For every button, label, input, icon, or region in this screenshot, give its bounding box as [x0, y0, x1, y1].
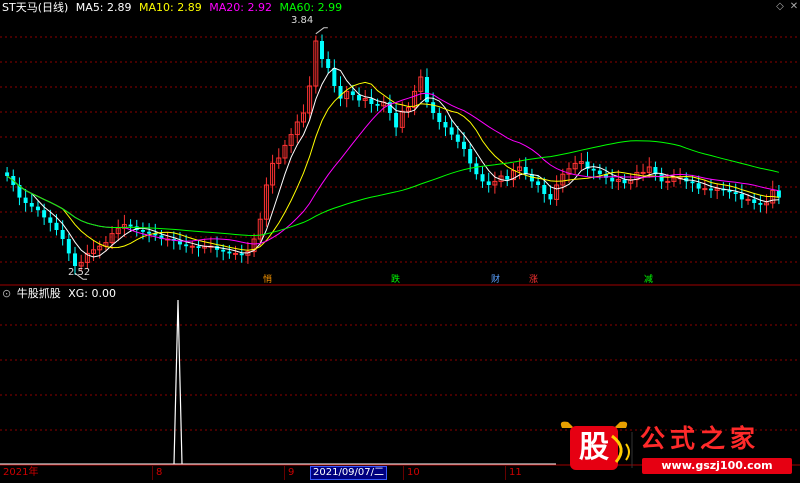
- candle-body: [239, 253, 244, 256]
- candle-body: [29, 203, 34, 207]
- candle-body: [369, 98, 374, 104]
- marker-qiao: 悄: [263, 275, 273, 285]
- ma20-label: MA20: 2.92: [209, 1, 272, 14]
- candle-body: [23, 197, 28, 203]
- ma60-line: [6, 140, 780, 237]
- candle-body: [5, 172, 10, 176]
- ma20-line: [6, 92, 779, 245]
- candle-body: [480, 174, 485, 182]
- stock-name[interactable]: ST天马(日线): [2, 1, 68, 14]
- xaxis-label-11: 11: [505, 466, 522, 480]
- candle-body: [696, 183, 701, 189]
- candle-body: [665, 180, 671, 183]
- candle-body: [449, 127, 454, 135]
- time-axis: 2021年 8 9 2021/09/07/二 10 11: [0, 466, 556, 480]
- ma10-label: MA10: 2.89: [139, 1, 202, 14]
- candle-body: [196, 246, 201, 248]
- candle-body: [332, 68, 337, 86]
- indicator-value: XG: 0.00: [68, 287, 116, 300]
- indicator-title[interactable]: 牛股抓股: [17, 287, 61, 300]
- marker-jian: 减: [644, 275, 654, 285]
- candle-body: [542, 185, 547, 194]
- candle-body: [505, 176, 510, 180]
- ma5-label: MA5: 2.89: [75, 1, 132, 14]
- candle-body: [394, 113, 399, 128]
- candle-body: [443, 122, 448, 128]
- candle-body: [758, 203, 763, 205]
- watermark-badge: 股: [579, 430, 609, 465]
- candle-body: [745, 198, 751, 201]
- candle-body: [233, 252, 239, 255]
- candle-body: [140, 230, 145, 232]
- chart-header: ST天马(日线) MA5: 2.89 MA10: 2.89 MA20: 2.92…: [2, 1, 346, 15]
- indicator-header: ⊙ 牛股抓股 XG: 0.00: [2, 287, 116, 301]
- marker-cai: 财: [491, 275, 501, 285]
- xaxis-label-9: 9: [284, 466, 294, 480]
- candle-body: [128, 224, 133, 227]
- candle-body: [659, 174, 664, 182]
- xaxis-label-8: 8: [152, 466, 162, 480]
- candle-body: [462, 141, 467, 149]
- watermark-url: www.gszj100.com: [642, 458, 792, 474]
- candle-body: [702, 188, 708, 191]
- kline-chart[interactable]: [0, 0, 800, 480]
- candle-body: [474, 163, 479, 175]
- candle-body: [66, 239, 71, 254]
- marker-die: 跌: [391, 275, 401, 285]
- candle-body: [548, 194, 553, 200]
- close-icon[interactable]: ✕: [788, 1, 800, 13]
- indicator-toggle-icon[interactable]: ⊙: [2, 287, 11, 300]
- xaxis-start: 2021年: [3, 467, 39, 478]
- candle-body: [437, 113, 442, 122]
- site-watermark: 股 公式之家 www.gszj100.com: [556, 418, 800, 480]
- candle-body: [708, 188, 713, 191]
- low-price-label: 2.52: [68, 267, 91, 278]
- expand-icon[interactable]: ◇: [774, 1, 786, 13]
- candle-body: [221, 249, 226, 252]
- high-price-label: 3.84: [291, 15, 314, 26]
- xaxis-cursor-date: 2021/09/07/二: [310, 466, 388, 480]
- candle-body: [42, 210, 47, 218]
- candle-body: [622, 179, 627, 184]
- marker-zhang: 涨: [529, 275, 539, 285]
- candle-body: [54, 222, 59, 230]
- candle-body: [189, 245, 195, 248]
- candle-body: [752, 199, 757, 203]
- candle-body: [350, 91, 355, 95]
- candle-body: [597, 170, 602, 175]
- candle-body: [48, 217, 53, 223]
- candle-body: [60, 230, 65, 239]
- ma60-label: MA60: 2.99: [279, 1, 343, 14]
- candle-body: [227, 251, 232, 254]
- candle-body: [776, 190, 781, 198]
- candle-body: [468, 149, 473, 164]
- candle-body: [455, 134, 460, 142]
- candle-body: [326, 59, 331, 68]
- candle-body: [591, 168, 596, 171]
- candle-body: [536, 181, 541, 185]
- high-leader: [315, 27, 328, 35]
- watermark-title: 公式之家: [640, 424, 761, 453]
- candle-body: [35, 206, 40, 211]
- candle-body: [357, 95, 362, 101]
- candle-body: [184, 244, 189, 247]
- candle-body: [375, 104, 380, 106]
- candle-body: [733, 192, 738, 194]
- candle-body: [640, 171, 646, 174]
- xaxis-label-10: 10: [403, 466, 420, 480]
- candle-body: [73, 253, 78, 266]
- candle-body: [319, 41, 324, 59]
- candle-body: [147, 231, 152, 234]
- candle-body: [431, 102, 436, 113]
- candle-body: [610, 177, 615, 182]
- candle-body: [690, 181, 695, 184]
- candle-body: [739, 194, 744, 200]
- candle-body: [486, 181, 491, 185]
